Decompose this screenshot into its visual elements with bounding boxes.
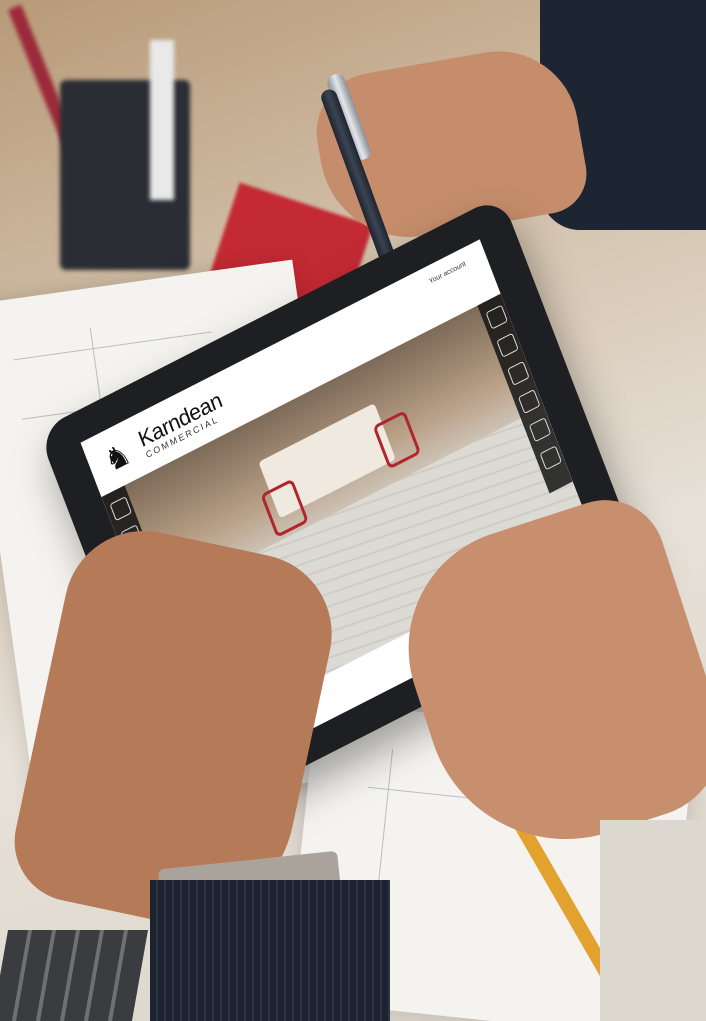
horse-logo-icon: ♞ [99,436,136,480]
compare-icon[interactable] [507,360,530,386]
photo-icon[interactable] [496,332,519,358]
bag-icon[interactable] [539,445,563,471]
floor-icon[interactable] [109,496,133,522]
account-link[interactable]: Your account [428,261,467,286]
white-marker [150,40,174,200]
photo-scene: ♞ Karndean COMMERCIAL Your account [0,0,706,1021]
light-icon[interactable] [517,389,541,415]
shirt-sleeve-right [600,820,706,1021]
suit-sleeve-left [150,880,390,1021]
zoom-icon[interactable] [485,304,509,330]
print-icon[interactable] [528,417,552,443]
keyboard [0,930,149,1021]
